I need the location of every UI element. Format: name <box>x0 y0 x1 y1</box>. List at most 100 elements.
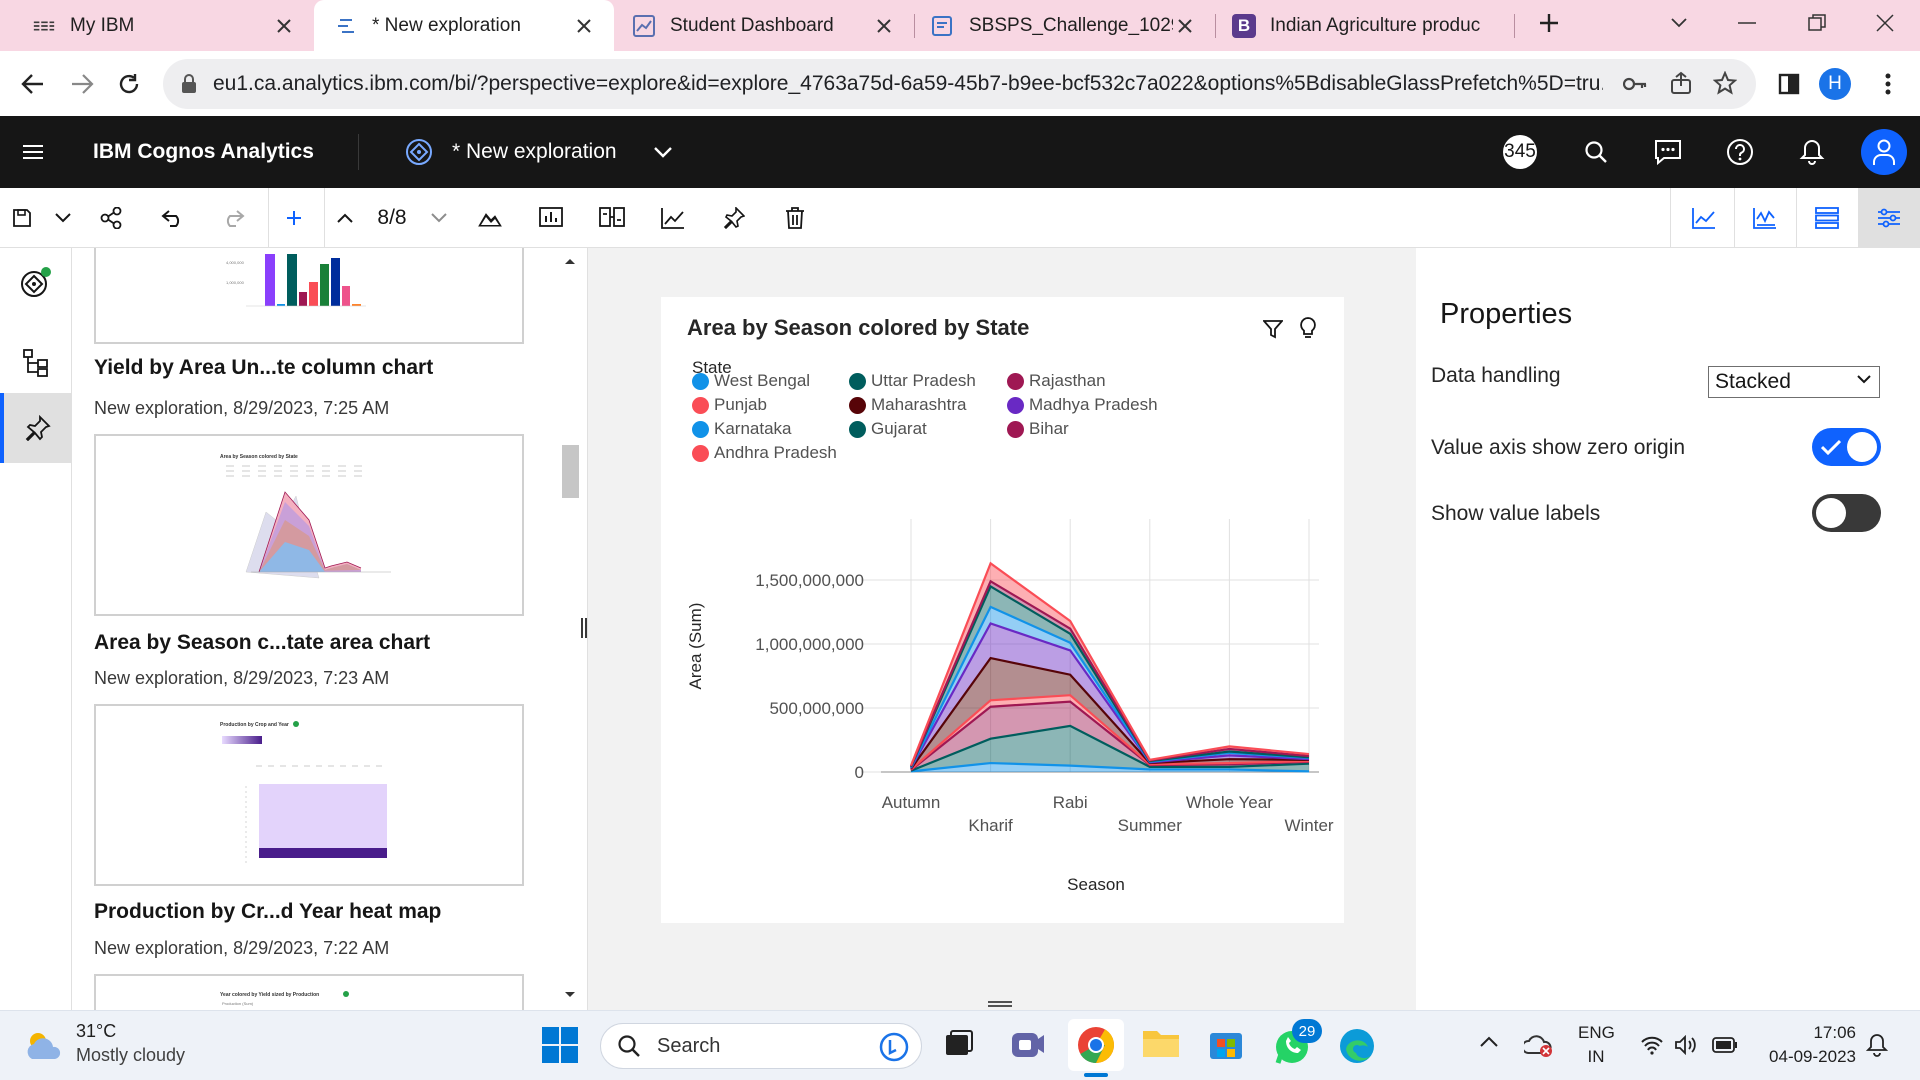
pin-thumbnail-year-chart[interactable]: Year colored by Yield sized by Productio… <box>94 974 524 1010</box>
user-avatar[interactable] <box>1858 116 1910 188</box>
minimize-button[interactable] <box>1718 0 1776 46</box>
url-text[interactable]: eu1.ca.analytics.ibm.com/bi/?perspective… <box>213 72 1603 96</box>
zero-origin-label: Value axis show zero origin <box>1431 436 1686 459</box>
compare-icon[interactable] <box>586 188 638 248</box>
pin-thumbnail-area-chart[interactable]: Area by Season colored by State <box>94 434 524 616</box>
search-placeholder: Search <box>657 1034 721 1057</box>
fields-panel-icon[interactable] <box>1796 188 1858 248</box>
analytics-chart-icon[interactable] <box>1734 188 1796 248</box>
notifications-count-badge[interactable]: 345 <box>1500 116 1540 188</box>
volume-icon[interactable] <box>1674 1035 1700 1055</box>
pin-icon[interactable] <box>708 188 760 248</box>
side-panel-icon[interactable] <box>1771 66 1807 102</box>
share-icon[interactable] <box>1669 71 1693 95</box>
bookmark-star-icon[interactable] <box>1713 71 1737 95</box>
panel-resize-handle[interactable] <box>581 618 587 638</box>
dashboard-tab-icon <box>632 14 656 38</box>
value-labels-toggle[interactable] <box>1812 494 1881 532</box>
close-window-button[interactable] <box>1856 0 1914 46</box>
cognos-header: IBM Cognos Analytics * New exploration 3… <box>0 116 1920 188</box>
notification-center-icon[interactable] <box>1866 1033 1888 1057</box>
close-tab-icon[interactable] <box>1173 14 1197 38</box>
pin-title[interactable]: Area by Season c...tate area chart <box>94 631 430 655</box>
area-chart-type-icon[interactable] <box>464 188 516 248</box>
omnibox[interactable]: eu1.ca.analytics.ibm.com/bi/?perspective… <box>163 59 1756 109</box>
wifi-icon[interactable] <box>1640 1035 1664 1055</box>
weather-cloud-icon[interactable] <box>24 1029 64 1061</box>
language-indicator-line1[interactable]: ENG <box>1578 1023 1615 1043</box>
pins-nav-icon[interactable] <box>0 393 72 463</box>
hamburger-menu-icon[interactable] <box>10 116 56 188</box>
edge-icon[interactable] <box>1338 1027 1376 1065</box>
close-tab-icon[interactable] <box>872 14 896 38</box>
canvas-resize-handle[interactable] <box>988 1001 1012 1007</box>
windows-start-icon[interactable] <box>542 1027 578 1063</box>
previous-page-chevron-icon[interactable] <box>324 188 366 248</box>
task-view-icon[interactable] <box>944 1029 974 1059</box>
properties-panel: Properties Data handling Stacked Value a… <box>1416 248 1920 1010</box>
add-icon[interactable] <box>268 188 320 248</box>
forward-button[interactable] <box>64 66 100 102</box>
tab-student-dashboard[interactable]: Student Dashboard <box>614 0 914 51</box>
language-indicator-line2[interactable]: IN <box>1578 1047 1614 1067</box>
tab-title: * New exploration <box>372 14 521 36</box>
redo-icon[interactable] <box>208 188 258 248</box>
file-explorer-icon[interactable] <box>1142 1027 1180 1059</box>
pin-thumbnail-heat-map[interactable]: Production by Crop and Year <box>94 704 524 886</box>
undo-icon[interactable] <box>148 188 198 248</box>
taskbar-search-box[interactable]: Search <box>600 1023 922 1069</box>
exploration-chevron-icon[interactable] <box>650 116 676 188</box>
insights-panel-icon[interactable] <box>525 188 577 248</box>
line-chart-view-icon[interactable] <box>1674 188 1734 248</box>
tab-indian-agriculture[interactable]: B Indian Agriculture produc <box>1216 0 1514 51</box>
clock-time[interactable]: 17:06 <box>1740 1023 1856 1043</box>
battery-icon[interactable] <box>1712 1037 1738 1053</box>
pin-title[interactable]: Production by Cr...d Year heat map <box>94 900 441 924</box>
forecast-icon[interactable] <box>647 188 699 248</box>
exploration-canvas: Area by Season colored by State State We… <box>581 248 1416 1010</box>
close-tab-icon[interactable] <box>572 14 596 38</box>
tab-search-chevron-icon[interactable] <box>1650 0 1708 46</box>
exploration-title[interactable]: * New exploration <box>452 116 617 188</box>
profile-avatar[interactable]: H <box>1819 68 1851 100</box>
tab-sbsps-challenge[interactable]: SBSPS_Challenge_10299 <box>915 0 1215 51</box>
next-page-chevron-icon[interactable] <box>418 188 460 248</box>
weather-temperature[interactable]: 31°C <box>76 1021 116 1042</box>
zero-origin-toggle[interactable] <box>1812 428 1881 466</box>
teams-icon[interactable] <box>1010 1027 1046 1061</box>
tab-title: Indian Agriculture produc <box>1270 14 1481 36</box>
explore-nav-icon[interactable] <box>0 248 72 318</box>
pins-panel: 4,000,000 1,000,000 Yield by Area Un...t… <box>72 248 588 1010</box>
area-chart-plot[interactable]: 0 500,000,000 1,000,000,000 1,500,000,000 Au… <box>661 297 1344 923</box>
weather-description[interactable]: Mostly cloudy <box>76 1045 185 1066</box>
browser-menu-icon[interactable] <box>1870 66 1906 102</box>
close-tab-icon[interactable] <box>272 14 296 38</box>
back-button[interactable] <box>15 66 51 102</box>
clock-date[interactable]: 04-09-2023 <box>1740 1047 1856 1067</box>
onedrive-sync-icon[interactable] <box>1524 1031 1554 1059</box>
restore-button[interactable] <box>1788 0 1846 46</box>
tab-my-ibm[interactable]: My IBM <box>0 0 314 51</box>
product-name[interactable]: IBM Cognos Analytics <box>93 116 314 188</box>
relationship-tree-icon[interactable] <box>0 328 72 398</box>
chrome-taskbar-icon[interactable] <box>1068 1019 1124 1071</box>
tab-new-exploration[interactable]: * New exploration <box>314 0 614 51</box>
new-tab-button[interactable] <box>1520 0 1578 46</box>
help-icon[interactable] <box>1720 116 1760 188</box>
chat-icon[interactable] <box>1648 116 1688 188</box>
pin-title[interactable]: Yield by Area Un...te column chart <box>94 356 433 380</box>
pin-thumbnail-column-chart[interactable]: 4,000,000 1,000,000 <box>94 248 524 344</box>
microsoft-store-icon[interactable] <box>1208 1027 1244 1061</box>
share-network-icon[interactable] <box>86 188 136 248</box>
properties-panel-icon[interactable] <box>1858 188 1920 248</box>
data-handling-select[interactable]: Stacked <box>1708 366 1880 398</box>
tray-chevron-up-icon[interactable] <box>1480 1035 1498 1047</box>
save-menu-chevron-icon[interactable] <box>40 188 86 248</box>
lock-icon[interactable] <box>181 74 197 94</box>
reload-button[interactable] <box>111 66 147 102</box>
save-icon[interactable] <box>0 188 44 248</box>
search-icon[interactable] <box>1576 116 1616 188</box>
notifications-bell-icon[interactable] <box>1792 116 1832 188</box>
password-key-icon[interactable] <box>1623 74 1647 94</box>
delete-trash-icon[interactable] <box>769 188 821 248</box>
